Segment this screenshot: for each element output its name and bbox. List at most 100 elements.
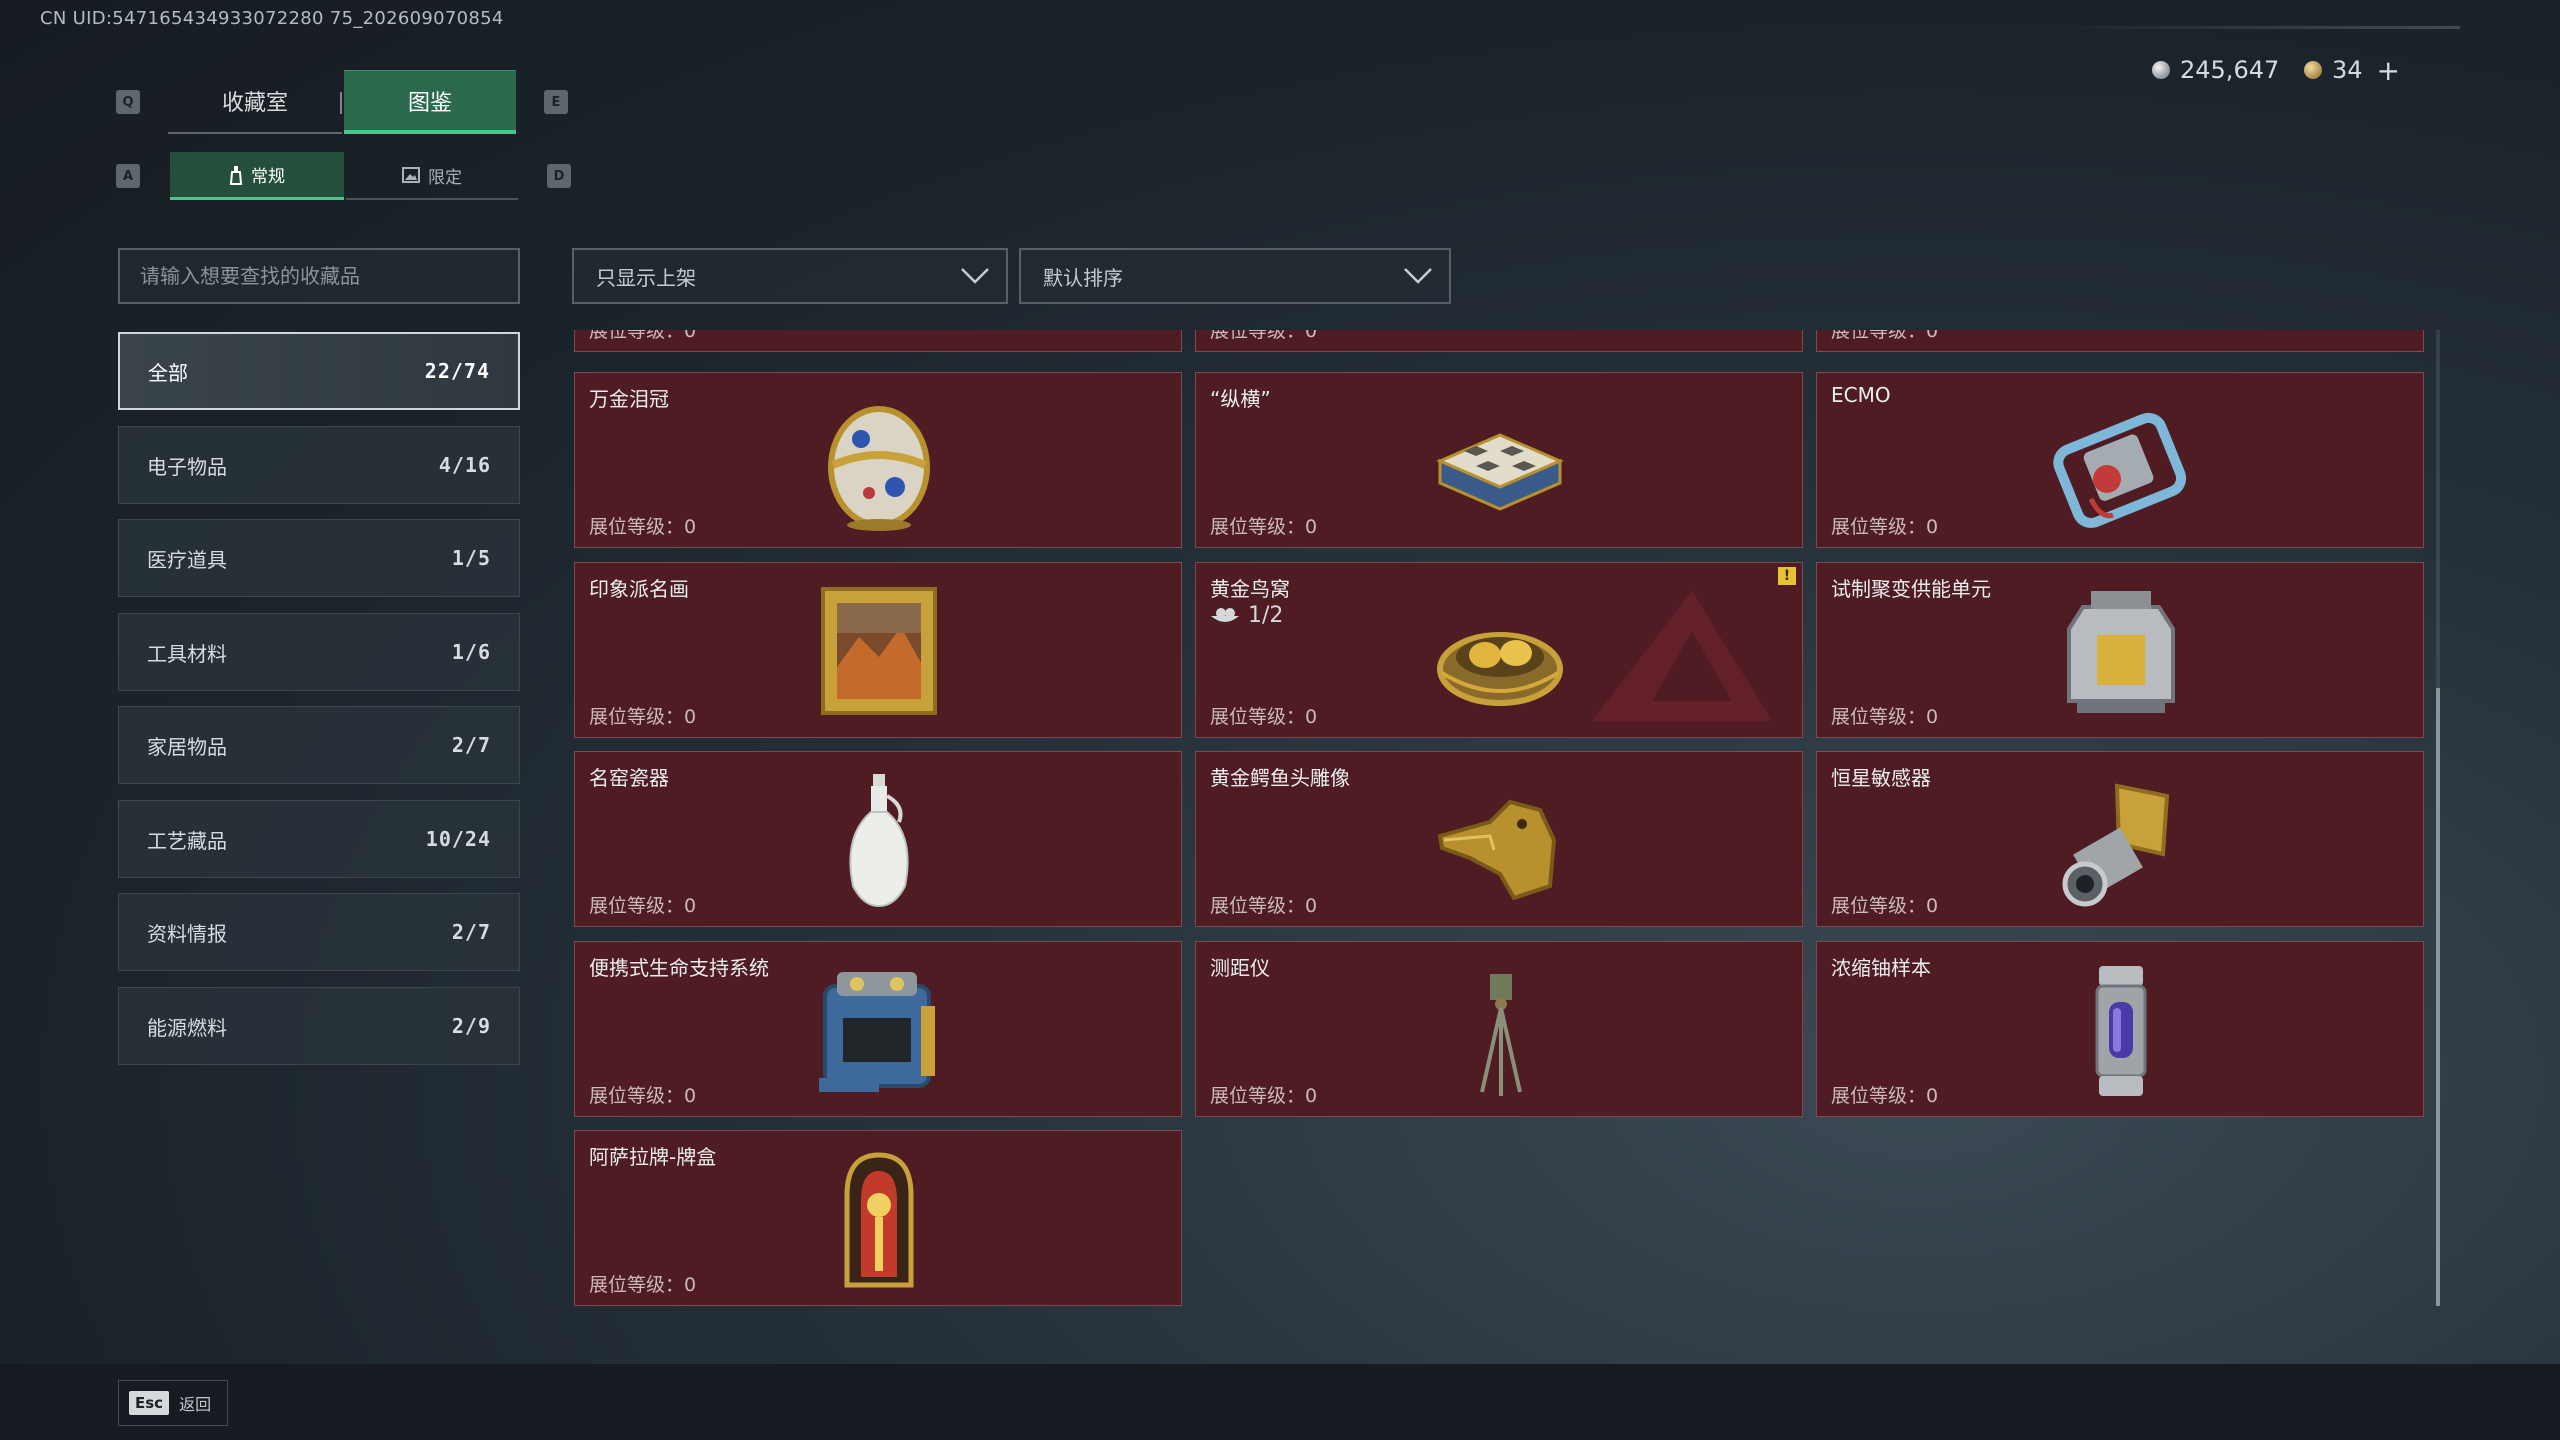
search-input[interactable] [118, 248, 520, 304]
collection-card[interactable]: 阿萨拉牌-牌盒 展位等级：0 [574, 1130, 1182, 1306]
category-label: 全部 [148, 360, 188, 385]
booth-level: 展位等级：0 [1831, 516, 1939, 538]
item-name: 浓缩铀样本 [1831, 956, 1931, 980]
collection-card[interactable]: 展位等级：0 [1195, 330, 1803, 352]
category-label: 能源燃料 [147, 1015, 227, 1040]
booth-level: 展位等级：0 [589, 895, 697, 917]
booth-level: 展位等级：0 [1210, 516, 1318, 538]
collection-card[interactable]: 浓缩铀样本 展位等级：0 [1816, 941, 2424, 1117]
key-hint-a: A [116, 164, 140, 188]
item-name: 印象派名画 [589, 577, 689, 601]
collect-progress-value: 1/2 [1248, 603, 1284, 628]
card-box-icon [844, 1152, 914, 1288]
key-hint-d: D [547, 164, 571, 188]
booth-level: 展位等级：0 [1210, 895, 1318, 917]
collection-card[interactable]: 恒星敏感器 展位等级：0 [1816, 751, 2424, 927]
booth-level: 展位等级：0 [589, 1085, 697, 1107]
category-label: 家居物品 [147, 734, 227, 759]
silver-amount: 245,647 [2180, 56, 2280, 84]
subtab-limited[interactable]: 限定 [346, 152, 518, 200]
category-count: 10/24 [425, 827, 491, 851]
back-button[interactable]: Esc 返回 [118, 1380, 228, 1426]
collection-card[interactable]: 展位等级：0 [1816, 330, 2424, 352]
category-medical[interactable]: 医疗道具 1/5 [118, 519, 520, 597]
booth-level: 展位等级：0 [589, 516, 697, 538]
collection-card[interactable]: ECMO 展位等级：0 [1816, 372, 2424, 548]
category-energy[interactable]: 能源燃料 2/9 [118, 987, 520, 1065]
bottle-icon [229, 165, 243, 185]
collection-card[interactable]: 印象派名画 展位等级：0 [574, 562, 1182, 738]
subtab-regular[interactable]: 常规 [170, 152, 344, 200]
bottom-bar [0, 1364, 2560, 1440]
tab-divider [340, 92, 342, 114]
sort-dropdown[interactable]: 默认排序 [1019, 248, 1451, 304]
category-label: 工具材料 [147, 641, 227, 666]
booth-level: 展位等级：0 [1210, 1085, 1318, 1107]
jeweled-egg-icon [828, 406, 930, 531]
tab-catalog[interactable]: 图鉴 [344, 70, 516, 134]
booth-level: 展位等级：0 [589, 330, 697, 342]
item-name: 试制聚变供能单元 [1831, 577, 1991, 601]
esc-key: Esc [129, 1391, 170, 1415]
chessboard-box-icon [1436, 433, 1564, 511]
collection-card[interactable]: “纵横” 展位等级：0 [1195, 372, 1803, 548]
framed-painting-icon [821, 587, 937, 715]
rangefinder-icon [1480, 974, 1522, 1096]
item-name: 黄金鳄鱼头雕像 [1210, 766, 1350, 790]
porcelain-vase-icon [849, 774, 909, 908]
user-uid: CN UID:547165434933072280 75_20260907085… [40, 8, 504, 29]
booth-level: 展位等级：0 [589, 1274, 697, 1296]
collection-grid: 展位等级：0 展位等级：0 展位等级：0 万金泪冠 展位等级：0 “纵横” 展位… [572, 330, 2432, 1330]
gold-amount: 34 [2332, 56, 2363, 84]
item-name: ECMO [1831, 383, 1891, 407]
booth-level: 展位等级：0 [1210, 330, 1318, 342]
collection-card[interactable]: 黄金鸟窝 1/2 ! 展位等级：0 [1195, 562, 1803, 738]
collection-card[interactable]: 试制聚变供能单元 展位等级：0 [1816, 562, 2424, 738]
nest-icon [1211, 607, 1239, 622]
star-sensor-icon [2062, 783, 2170, 907]
item-name: “纵横” [1210, 387, 1271, 411]
item-name: 万金泪冠 [589, 387, 669, 411]
category-household[interactable]: 家居物品 2/7 [118, 706, 520, 784]
collect-progress: 1/2 [1210, 603, 1283, 628]
collection-card[interactable]: 万金泪冠 展位等级：0 [574, 372, 1182, 548]
display-filter-dropdown[interactable]: 只显示上架 [572, 248, 1008, 304]
category-electronics[interactable]: 电子物品 4/16 [118, 426, 520, 504]
booth-level: 展位等级：0 [1831, 330, 1939, 342]
item-name: 黄金鸟窝 [1210, 577, 1290, 601]
collection-card[interactable]: 名窑瓷器 展位等级：0 [574, 751, 1182, 927]
key-hint-q: Q [116, 90, 140, 114]
fusion-unit-icon [2067, 591, 2175, 713]
collection-card[interactable]: 黄金鳄鱼头雕像 展位等级：0 [1195, 751, 1803, 927]
golden-nest-icon [1437, 632, 1563, 706]
collection-card[interactable]: 测距仪 展位等级：0 [1195, 941, 1803, 1117]
booth-level: 展位等级：0 [1831, 895, 1939, 917]
silver-coin-icon [2152, 61, 2170, 79]
tab-collection-room[interactable]: 收藏室 [168, 70, 342, 134]
item-name: 便携式生命支持系统 [589, 956, 769, 980]
item-name: 测距仪 [1210, 956, 1270, 980]
add-currency-button[interactable]: + [2377, 54, 2400, 87]
warning-icon: ! [1778, 567, 1796, 585]
booth-level: 展位等级：0 [589, 706, 697, 728]
silver-currency: 245,647 [2152, 52, 2279, 88]
top-decoration-line [2080, 26, 2460, 29]
category-all[interactable]: 全部 22/74 [118, 332, 520, 410]
life-support-icon [819, 972, 935, 1092]
picture-icon [402, 167, 420, 183]
collection-card[interactable]: 便携式生命支持系统 展位等级：0 [574, 941, 1182, 1117]
booth-level: 展位等级：0 [1831, 1085, 1939, 1107]
gold-currency: 34 + [2304, 52, 2400, 88]
collection-card[interactable]: 展位等级：0 [574, 330, 1182, 352]
key-hint-e: E [544, 90, 568, 114]
category-intel[interactable]: 资料情报 2/7 [118, 893, 520, 971]
sort-value: 默认排序 [1043, 265, 1123, 290]
category-label: 工艺藏品 [147, 828, 227, 853]
category-crafts[interactable]: 工艺藏品 10/24 [118, 800, 520, 878]
category-count: 2/7 [451, 733, 491, 757]
chevron-down-icon [961, 268, 989, 284]
uranium-sample-icon [2095, 966, 2147, 1096]
booth-level: 展位等级：0 [1210, 706, 1318, 728]
grid-scrollbar-thumb[interactable] [2436, 688, 2440, 1306]
category-tools[interactable]: 工具材料 1/6 [118, 613, 520, 691]
